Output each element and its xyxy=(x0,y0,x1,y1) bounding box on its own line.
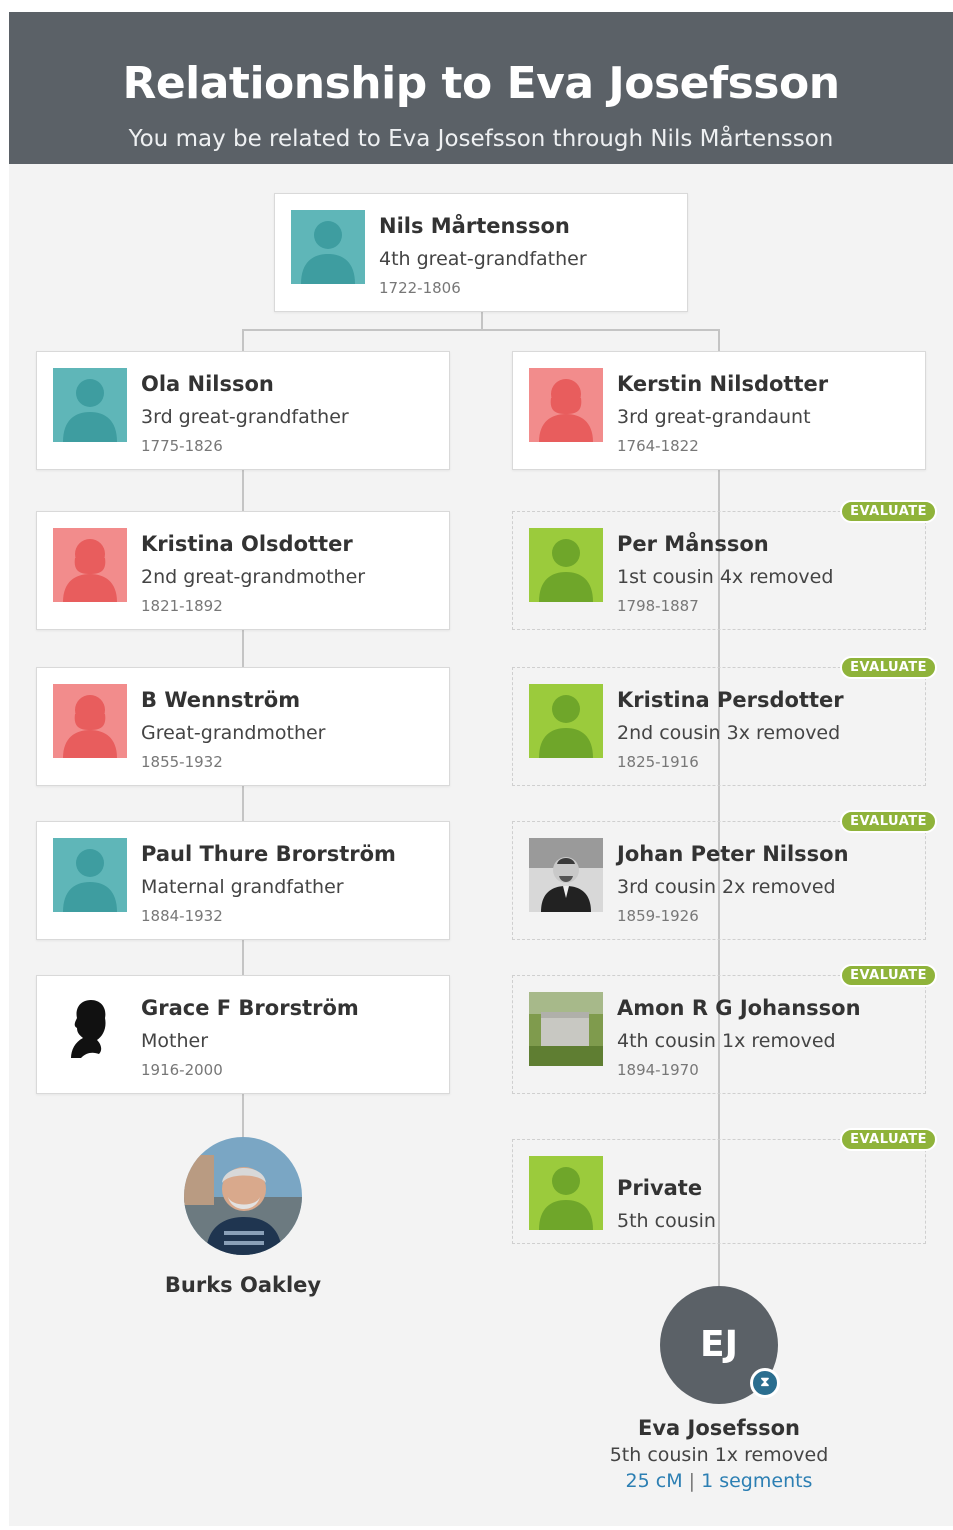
person-relationship: 3rd great-grandfather xyxy=(141,406,349,428)
green-silhouette-icon xyxy=(529,528,603,602)
person-name: B Wennström xyxy=(141,688,301,712)
person-relationship: Maternal grandfather xyxy=(141,876,344,898)
person-card-kristina-persdotter[interactable]: EVALUATE Kristina Persdotter 2nd cousin … xyxy=(512,656,937,786)
person-years: 1894-1970 xyxy=(617,1061,699,1079)
female-silhouette-icon xyxy=(53,528,127,602)
page-header: Relationship to Eva Josefsson You may be… xyxy=(9,12,953,164)
person-relationship: 3rd cousin 2x removed xyxy=(617,876,836,898)
person-name: Ola Nilsson xyxy=(141,372,274,396)
person-card-kristina-olsdotter[interactable]: Kristina Olsdotter 2nd great-grandmother… xyxy=(36,511,450,630)
person-name: Amon R G Johansson xyxy=(617,996,861,1020)
female-silhouette-icon xyxy=(529,368,603,442)
person-relationship: 4th great-grandfather xyxy=(379,248,587,270)
match-relationship: 5th cousin 1x removed xyxy=(609,1444,829,1466)
segments-link[interactable]: 1 segments xyxy=(701,1470,812,1492)
match-person[interactable]: EJ ⧗ Eva Josefsson 5th cousin 1x removed… xyxy=(579,1286,859,1492)
connector-left-top xyxy=(242,329,244,351)
person-relationship: 4th cousin 1x removed xyxy=(617,1030,836,1052)
connector-root-down xyxy=(481,312,483,330)
hourglass-icon: ⧗ xyxy=(750,1368,780,1398)
person-relationship: Great-grandmother xyxy=(141,722,326,744)
person-name: Johan Peter Nilsson xyxy=(617,842,849,866)
person-relationship: 5th cousin xyxy=(617,1210,716,1232)
person-relationship: 2nd cousin 3x removed xyxy=(617,722,841,744)
cameo-silhouette-icon xyxy=(53,992,127,1066)
person-card-private[interactable]: EVALUATE Private 5th cousin xyxy=(512,1128,937,1244)
match-dna-links: 25 cM | 1 segments xyxy=(579,1470,859,1492)
person-card-amon-r-g-johansson[interactable]: EVALUATE Amon R G Johansson 4th cousin 1… xyxy=(512,964,937,1094)
person-name: Nils Mårtensson xyxy=(379,214,570,238)
person-years: 1821-1892 xyxy=(141,597,223,615)
person-card-johan-peter-nilsson[interactable]: EVALUATE Johan Peter Nilsson 3rd cousin … xyxy=(512,810,937,940)
page-title: Relationship to Eva Josefsson xyxy=(122,58,840,109)
person-years: 1722-1806 xyxy=(379,279,461,297)
person-name: Paul Thure Brorström xyxy=(141,842,396,866)
person-years: 1798-1887 xyxy=(617,597,699,615)
evaluate-badge[interactable]: EVALUATE xyxy=(840,656,937,679)
shared-cm-link[interactable]: 25 cM xyxy=(626,1470,683,1492)
person-card-per-mansson[interactable]: EVALUATE Per Månsson 1st cousin 4x remov… xyxy=(512,500,937,630)
self-person[interactable]: Burks Oakley xyxy=(143,1137,343,1297)
person-relationship: 1st cousin 4x removed xyxy=(617,566,834,588)
match-name: Eva Josefsson xyxy=(637,1416,800,1440)
person-card-b-wennstrom[interactable]: B Wennström Great-grandmother 1855-1932 xyxy=(36,667,450,786)
page-subtitle: You may be related to Eva Josefsson thro… xyxy=(128,126,834,152)
self-name: Burks Oakley xyxy=(164,1273,322,1297)
person-card-ola-nilsson[interactable]: Ola Nilsson 3rd great-grandfather 1775-1… xyxy=(36,351,450,470)
connector-horizontal xyxy=(242,329,720,331)
person-relationship: 3rd great-grandaunt xyxy=(617,406,811,428)
male-silhouette-icon xyxy=(291,210,365,284)
person-card-kerstin-nilsdotter[interactable]: Kerstin Nilsdotter 3rd great-grandaunt 1… xyxy=(512,351,926,470)
person-years: 1764-1822 xyxy=(617,437,699,455)
evaluate-badge[interactable]: EVALUATE xyxy=(840,964,937,987)
self-photo xyxy=(184,1137,302,1255)
male-silhouette-icon xyxy=(53,838,127,912)
gravestone-photo xyxy=(529,992,603,1066)
match-initials: EJ xyxy=(700,1324,738,1365)
person-card-grace-f-brorstrom[interactable]: Grace F Brorström Mother 1916-2000 xyxy=(36,975,450,1094)
person-years: 1855-1932 xyxy=(141,753,223,771)
portrait-photo xyxy=(529,838,603,912)
person-years: 1916-2000 xyxy=(141,1061,223,1079)
person-name: Grace F Brorström xyxy=(141,996,359,1020)
evaluate-badge[interactable]: EVALUATE xyxy=(840,1128,937,1151)
green-silhouette-icon xyxy=(529,684,603,758)
evaluate-badge[interactable]: EVALUATE xyxy=(840,810,937,833)
connector-right-top xyxy=(718,329,720,351)
green-silhouette-icon xyxy=(529,1156,603,1230)
evaluate-badge[interactable]: EVALUATE xyxy=(840,500,937,523)
person-years: 1825-1916 xyxy=(617,753,699,771)
person-name: Kristina Persdotter xyxy=(617,688,844,712)
link-separator: | xyxy=(688,1470,696,1492)
match-initials-avatar: EJ ⧗ xyxy=(660,1286,780,1404)
person-name: Kristina Olsdotter xyxy=(141,532,353,556)
person-name: Per Månsson xyxy=(617,532,769,556)
male-silhouette-icon xyxy=(53,368,127,442)
female-silhouette-icon xyxy=(53,684,127,758)
person-years: 1884-1932 xyxy=(141,907,223,925)
person-relationship: 2nd great-grandmother xyxy=(141,566,366,588)
person-card-root[interactable]: Nils Mårtensson 4th great-grandfather 17… xyxy=(274,193,688,312)
person-name: Private xyxy=(617,1176,703,1200)
person-card-paul-thure-brorstrom[interactable]: Paul Thure Brorström Maternal grandfathe… xyxy=(36,821,450,940)
person-years: 1859-1926 xyxy=(617,907,699,925)
person-relationship: Mother xyxy=(141,1030,209,1052)
person-years: 1775-1826 xyxy=(141,437,223,455)
person-name: Kerstin Nilsdotter xyxy=(617,372,829,396)
